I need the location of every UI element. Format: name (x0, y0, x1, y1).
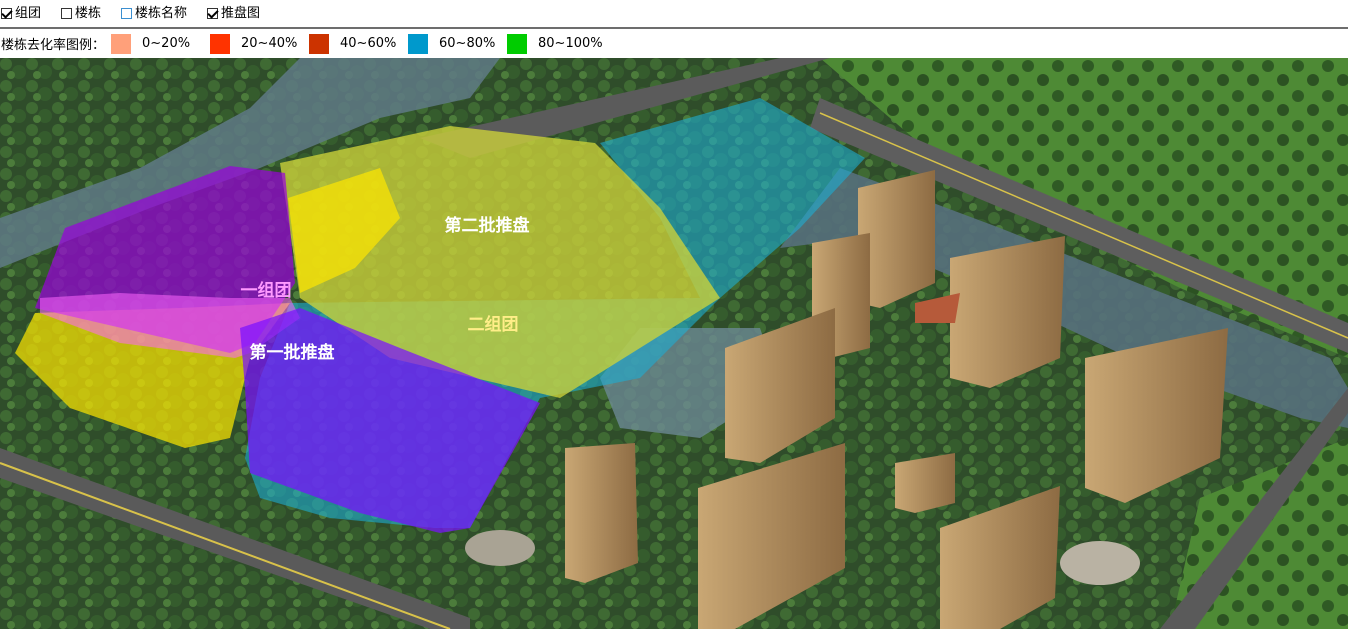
group-label: 组团 (15, 6, 42, 21)
sales-plan-label: 推盘图 (221, 6, 261, 21)
label-group-two: 二组团 (468, 314, 519, 335)
legend-label-80-100: 80~100% (538, 36, 603, 51)
building-label: 楼栋 (75, 6, 102, 21)
legend-swatch-20-40 (210, 33, 231, 54)
toggle-group[interactable]: 组团 (1, 0, 41, 27)
legend-swatch-40-60 (309, 33, 330, 54)
legend-label-40-60: 40~60% (340, 36, 397, 51)
legend-label-0-20: 0~20% (142, 36, 191, 51)
layer-toolbar: 组团 楼栋 楼栋名称 推盘图 (0, 0, 1348, 27)
legend-label-20-40: 20~40% (241, 36, 298, 51)
legend-item-40-60: 40~60% (309, 33, 408, 54)
site-plan-svg: 第二批推盘 一组团 二组团 第一批推盘 (0, 58, 1348, 629)
legend-item-0-20: 0~20% (111, 33, 210, 54)
legend-swatch-60-80 (408, 33, 429, 54)
building-name-checkbox[interactable] (121, 8, 133, 19)
group-checkbox[interactable] (1, 8, 12, 19)
legend-item-80-100: 80~100% (507, 33, 606, 54)
legend-swatch-0-20 (111, 33, 132, 54)
sales-plan-checkbox[interactable] (207, 8, 219, 19)
toggle-building[interactable]: 楼栋 (61, 0, 101, 27)
building-name-label: 楼栋名称 (135, 6, 188, 21)
plaza-west (465, 530, 535, 566)
site-plan-map[interactable]: 第二批推盘 一组团 二组团 第一批推盘 (0, 58, 1348, 629)
label-batch-one: 第一批推盘 (250, 342, 335, 363)
tower-f (565, 443, 638, 583)
legend-swatch-80-100 (507, 33, 528, 54)
label-batch-two: 第二批推盘 (445, 215, 530, 236)
sell-through-legend: 楼栋去化率图例： 0~20% 20~40% 40~60% 60~80% 80~1… (0, 29, 1348, 58)
toggle-building-name[interactable]: 楼栋名称 (121, 0, 187, 27)
toggle-sales-plan[interactable]: 推盘图 (207, 0, 260, 27)
legend-item-20-40: 20~40% (210, 33, 309, 54)
legend-title: 楼栋去化率图例： (1, 38, 106, 53)
legend-label-60-80: 60~80% (439, 36, 496, 51)
clubhouse (895, 453, 955, 513)
building-checkbox[interactable] (61, 8, 73, 19)
legend-item-60-80: 60~80% (408, 33, 507, 54)
plaza-roundabout (1060, 541, 1140, 585)
label-group-one: 一组团 (241, 280, 292, 301)
